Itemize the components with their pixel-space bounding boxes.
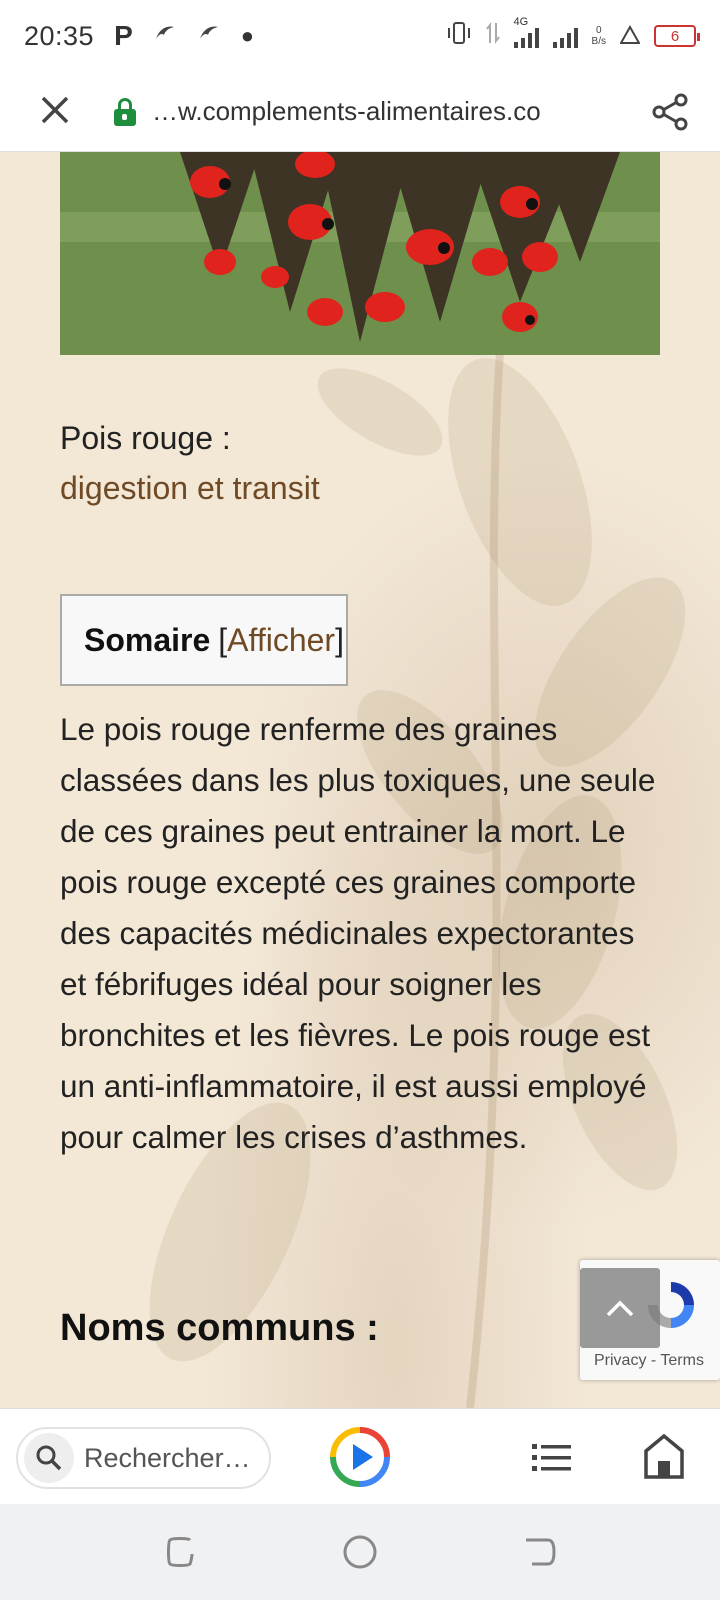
web-page-content: Pois rouge : digestion et transit Somair… <box>0 152 720 1408</box>
chevron-up-icon <box>606 1300 634 1317</box>
custom-tab-url-bar: …w.complements-alimentaires.co <box>0 72 720 152</box>
tabs-list-icon[interactable] <box>530 1437 574 1477</box>
url-text[interactable]: …w.complements-alimentaires.co <box>152 96 620 127</box>
section-heading: Noms communs : <box>60 1307 379 1349</box>
data-rate-value: 0 <box>595 25 602 36</box>
system-navigation-bar <box>0 1504 720 1600</box>
browser-bottom-bar <box>0 1408 720 1504</box>
recaptcha-separator: - <box>646 1352 661 1369</box>
toc-toggle-link[interactable]: Afficher <box>227 622 335 659</box>
recaptcha-links: Privacy - Terms <box>594 1352 704 1370</box>
network-type-label: 4G <box>513 16 529 28</box>
home-icon[interactable] <box>642 1431 686 1481</box>
warning-icon <box>619 21 641 52</box>
data-rate-unit: B/s <box>591 36 606 47</box>
lock-icon[interactable] <box>110 96 142 128</box>
toc-title: Somaire <box>84 621 211 658</box>
toc-open-bracket: [ <box>218 621 228 658</box>
article-paragraph: Le pois rouge renferme des graines class… <box>60 711 656 1155</box>
share-icon[interactable] <box>620 92 720 132</box>
table-of-contents-box: Somaire [Afficher] <box>60 594 348 686</box>
recaptcha-terms-link[interactable]: Terms <box>660 1352 704 1369</box>
more-notifications-dot-icon: ● <box>240 23 255 48</box>
status-left: 20:35 P ● <box>24 20 254 52</box>
scroll-to-top-button[interactable] <box>580 1268 660 1348</box>
red-pea-photo <box>60 152 660 355</box>
status-bar: 20:35 P ● 4G 0 B/s 6 <box>0 0 720 72</box>
battery-level: 6 <box>670 27 680 45</box>
app-notification-icon <box>153 21 177 52</box>
signal-bars-icon <box>552 24 578 48</box>
close-icon[interactable] <box>0 72 110 152</box>
parking-notification-icon: P <box>114 20 133 51</box>
battery-icon: 6 <box>654 25 700 47</box>
search-bar[interactable] <box>16 1427 271 1489</box>
toc-close-bracket: ] <box>335 621 344 658</box>
recaptcha-privacy-link[interactable]: Privacy <box>594 1352 646 1369</box>
recent-apps-icon[interactable] <box>160 1532 200 1572</box>
signal-4g-icon: 4G <box>513 16 539 48</box>
status-right: 4G 0 B/s 6 <box>446 16 700 52</box>
search-icon[interactable] <box>24 1433 74 1483</box>
search-input[interactable] <box>84 1442 254 1474</box>
data-arrows-icon <box>485 21 500 52</box>
status-time: 20:35 <box>24 20 95 51</box>
app-notification-icon <box>197 21 221 52</box>
google-discover-play-icon[interactable] <box>330 1427 390 1487</box>
plant-name: Pois rouge : <box>60 420 231 456</box>
vibrate-icon <box>446 21 472 52</box>
plant-benefit-link[interactable]: digestion et transit <box>60 470 320 507</box>
data-rate: 0 B/s <box>592 25 606 47</box>
home-circle-icon[interactable] <box>340 1532 380 1572</box>
back-icon[interactable] <box>520 1532 560 1572</box>
